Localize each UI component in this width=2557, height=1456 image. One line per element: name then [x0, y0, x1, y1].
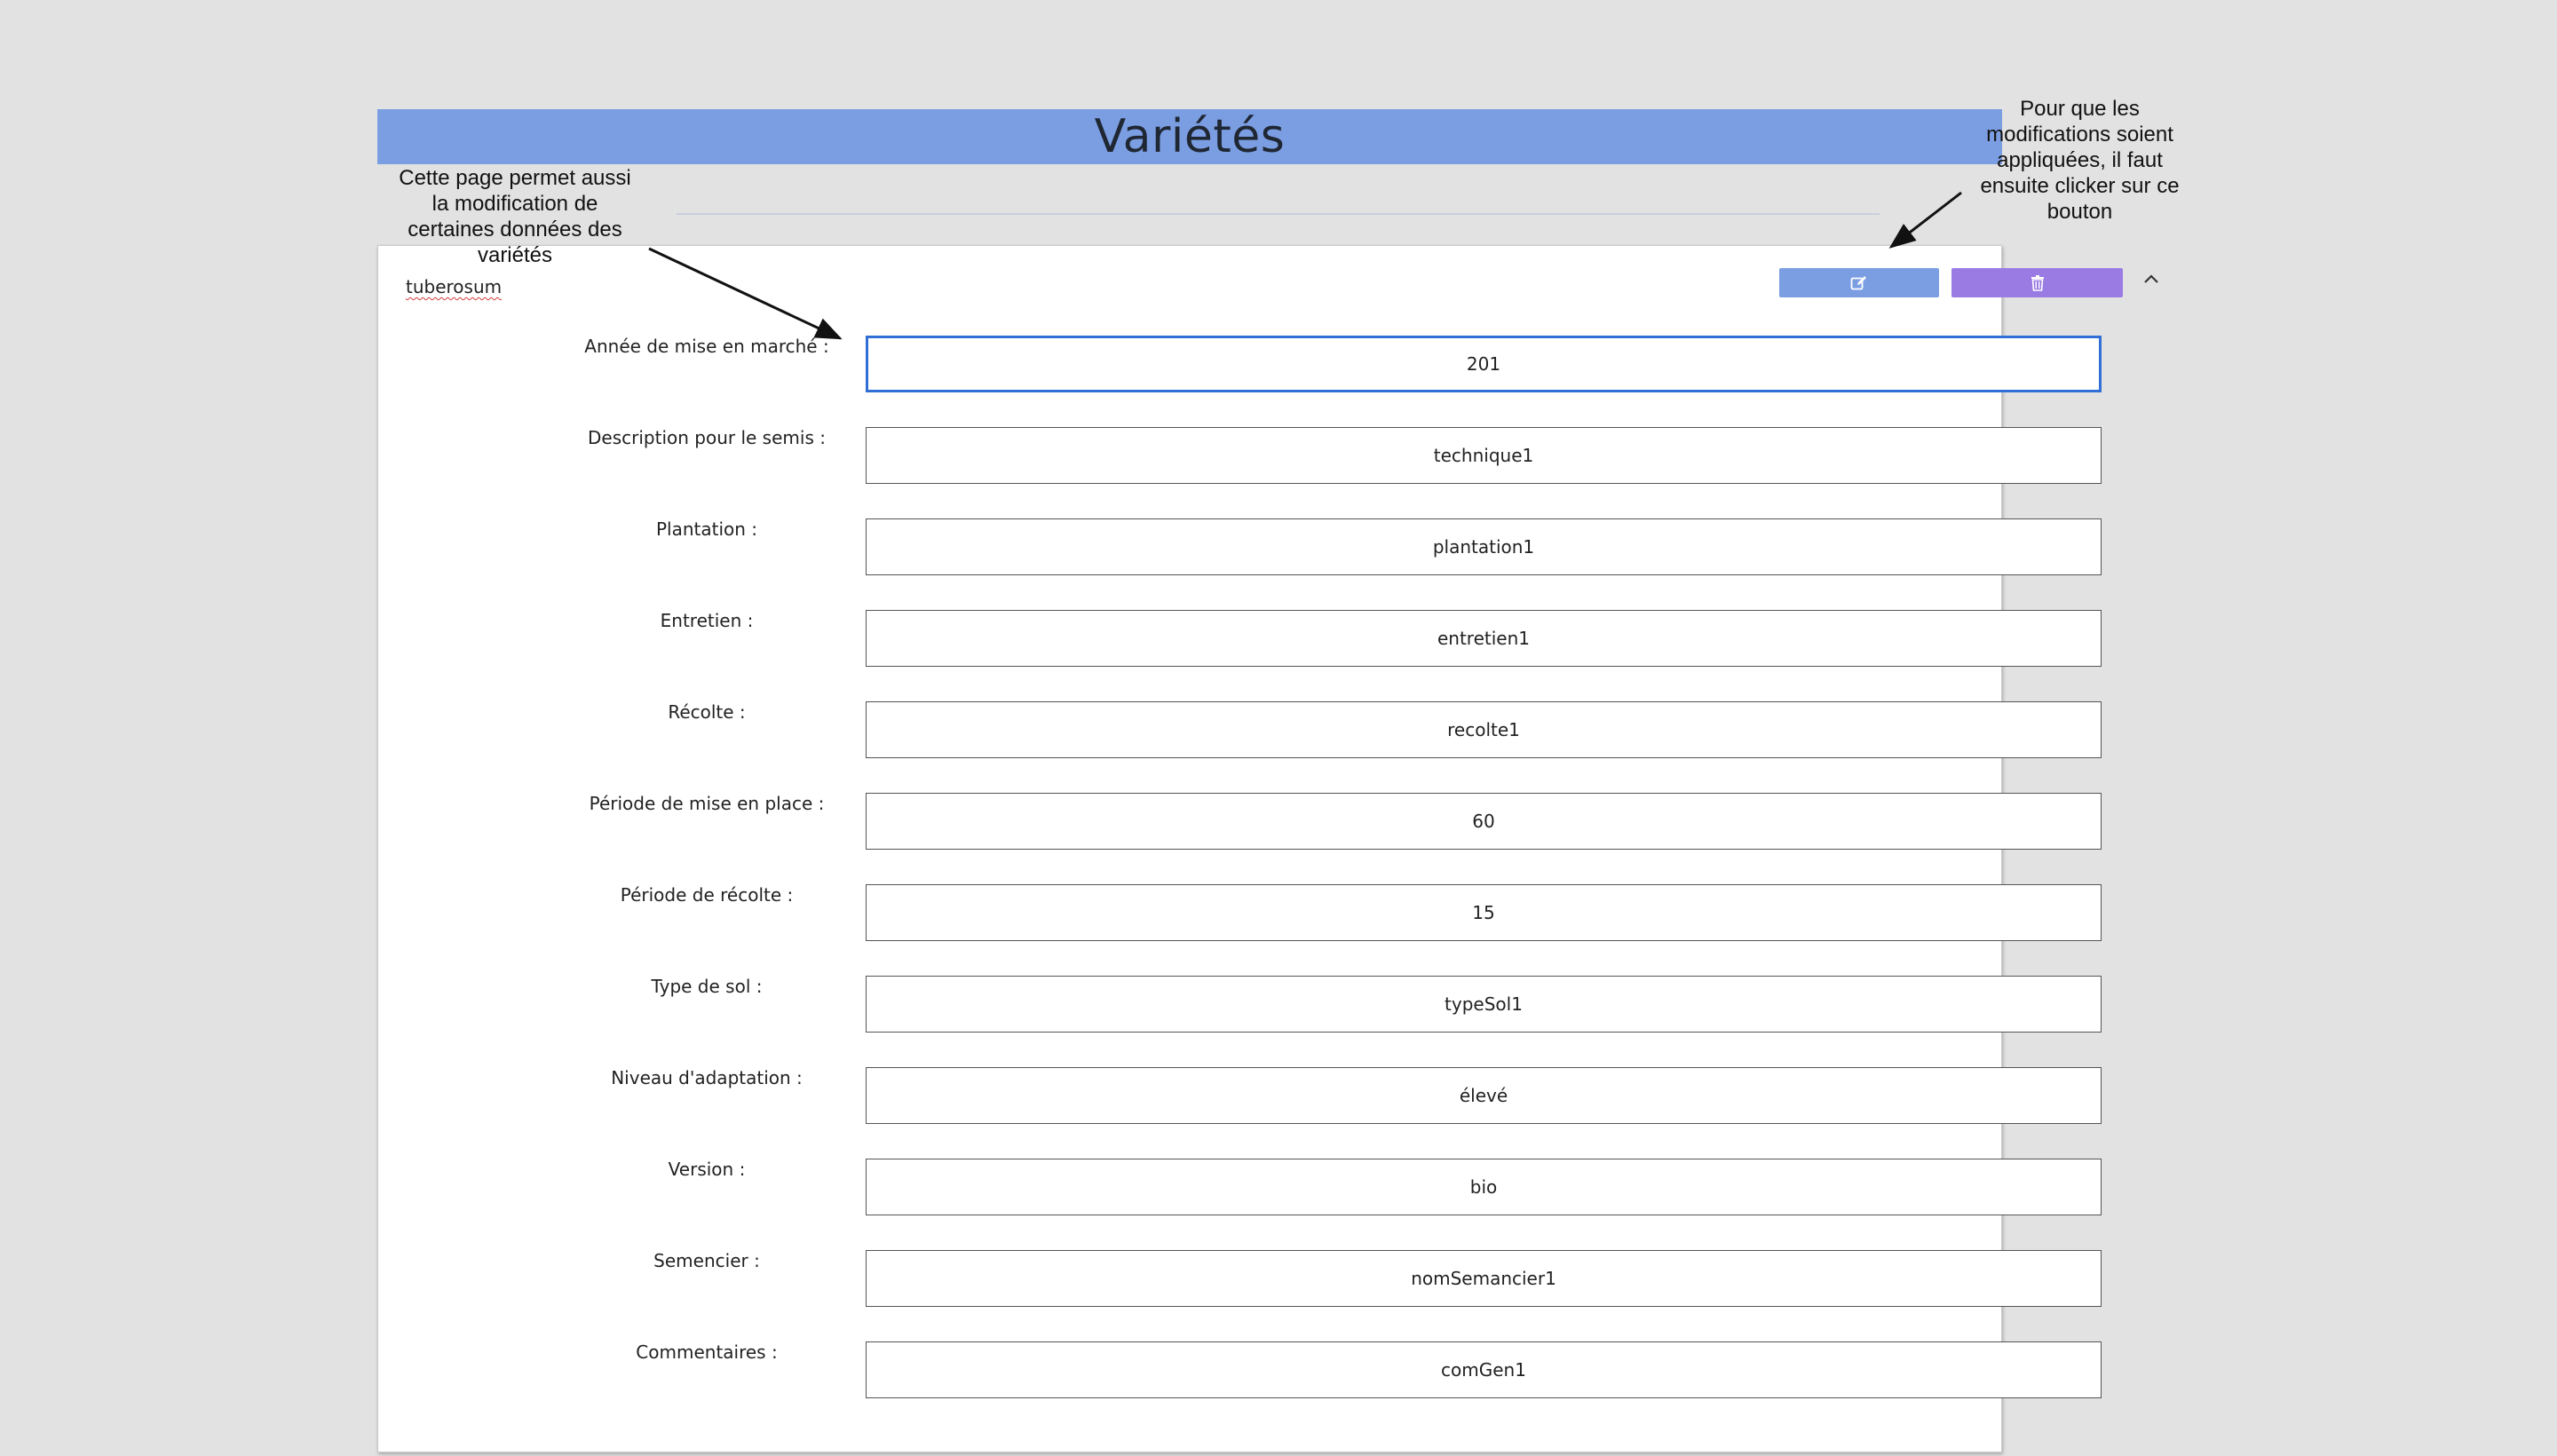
annotation-left: Cette page permet aussi la modification … [399, 166, 631, 267]
annotation-arrow-right [1888, 191, 1962, 249]
entretien-input[interactable] [866, 610, 2102, 667]
field-label: Type de sol : [651, 976, 763, 997]
version-input[interactable] [866, 1159, 2102, 1215]
field-label: Version : [668, 1159, 746, 1180]
field-row-niveau-adaptation: Niveau d'adaptation : [378, 1067, 2102, 1124]
field-row-semencier: Semencier : [378, 1250, 2102, 1307]
description-input[interactable] [866, 427, 2102, 484]
annee-input[interactable] [866, 336, 2102, 392]
semencier-input[interactable] [866, 1250, 2102, 1307]
field-row-type-sol: Type de sol : [378, 976, 2102, 1033]
field-label: Récolte : [668, 701, 746, 723]
trash-icon [2031, 274, 2045, 291]
edit-button[interactable] [1779, 268, 1939, 297]
field-label: Période de récolte : [620, 884, 794, 906]
field-row-periode-recolte: Période de récolte : [378, 884, 2102, 941]
commentaires-input[interactable] [866, 1341, 2102, 1398]
niveau-adaptation-input[interactable] [866, 1067, 2102, 1124]
field-row-periode-mise-en-place: Période de mise en place : [378, 793, 2102, 850]
delete-button[interactable] [1951, 268, 2123, 297]
field-label: Commentaires : [636, 1341, 778, 1363]
field-row-version: Version : [378, 1159, 2102, 1215]
periode-recolte-input[interactable] [866, 884, 2102, 941]
collapse-toggle[interactable] [2138, 267, 2165, 294]
field-label: Plantation : [655, 518, 758, 540]
page-title: Variétés [1094, 110, 1286, 163]
page-header: Variétés [377, 109, 2002, 164]
chevron-up-icon [2143, 273, 2159, 289]
field-label: Année de mise en marché : [584, 336, 829, 357]
edit-icon [1850, 275, 1868, 291]
recolte-input[interactable] [866, 701, 2102, 758]
field-row-commentaires: Commentaires : [378, 1341, 2102, 1398]
variety-name: tuberosum [406, 276, 503, 297]
field-row-entretien: Entretien : [378, 610, 2102, 667]
field-row-recolte: Récolte : [378, 701, 2102, 758]
periode-mise-en-place-input[interactable] [866, 793, 2102, 850]
type-sol-input[interactable] [866, 976, 2102, 1033]
plantation-input[interactable] [866, 518, 2102, 575]
field-label: Semencier : [653, 1250, 760, 1271]
field-row-annee: Année de mise en marché : [378, 336, 2102, 392]
field-label: Description pour le semis : [588, 427, 826, 448]
field-row-plantation: Plantation : [378, 518, 2102, 575]
field-row-description: Description pour le semis : [378, 427, 2102, 484]
divider [677, 213, 1880, 215]
annotation-right: Pour que les modifications soient appliq… [1980, 97, 2180, 224]
field-label: Niveau d'adaptation : [611, 1067, 803, 1088]
variety-card: tuberosum Année de mise en marché: 201 … [377, 245, 2158, 1452]
field-label: Période de mise en place : [589, 793, 825, 814]
field-label: Entretien : [660, 610, 754, 631]
